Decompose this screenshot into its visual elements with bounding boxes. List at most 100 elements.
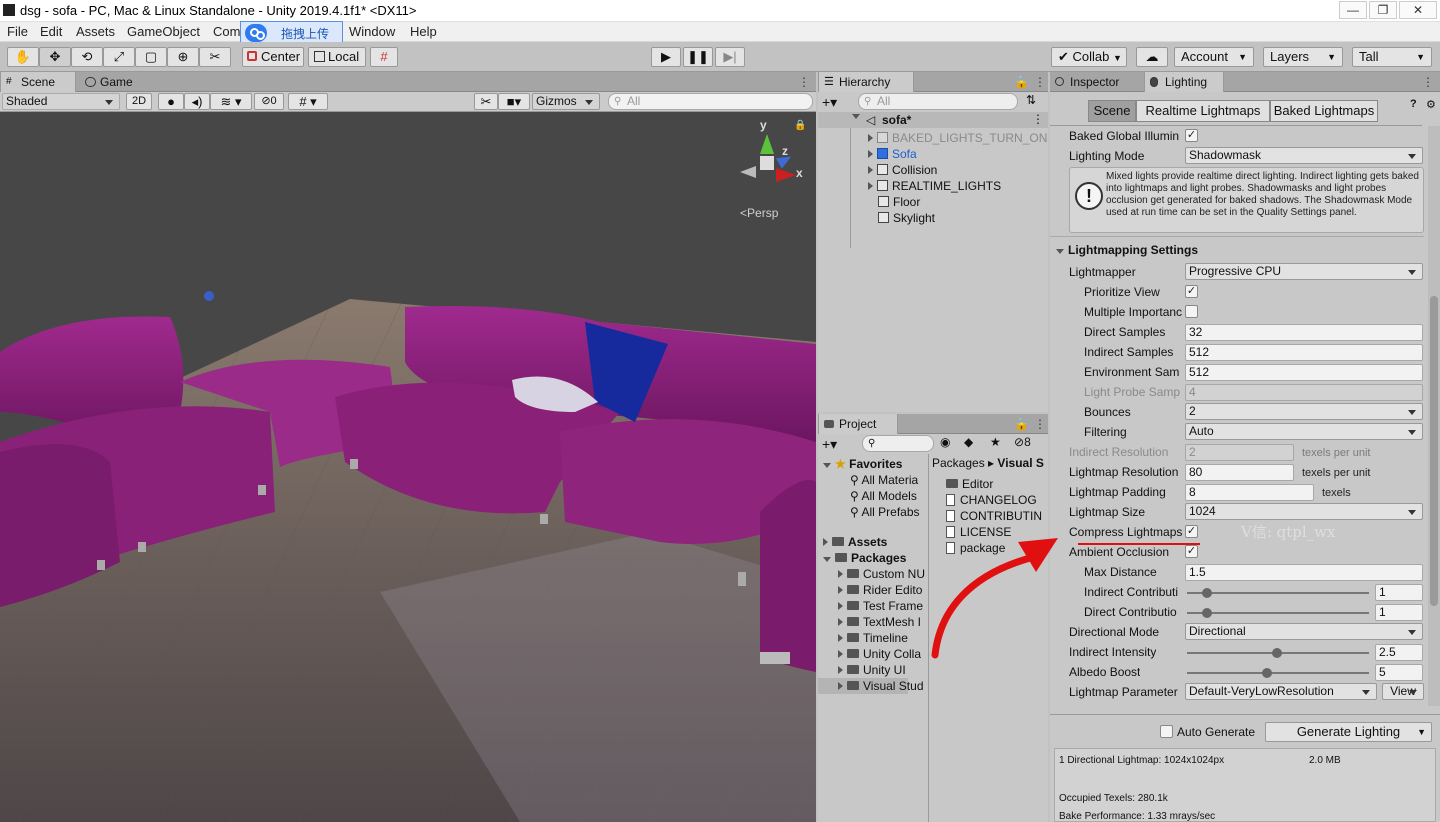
subtab-scene[interactable]: Scene: [1088, 100, 1136, 122]
tab-inspector[interactable]: Inspector: [1050, 72, 1140, 92]
expand-arrow-icon[interactable]: [868, 150, 873, 158]
indirect-contribution-knob[interactable]: [1202, 588, 1212, 598]
auto-generate-checkbox[interactable]: [1160, 725, 1173, 738]
lightmap-padding-input[interactable]: 8: [1185, 484, 1314, 501]
favorites-item[interactable]: ⚲ All Models: [850, 488, 917, 504]
lighting-mode-dropdown[interactable]: Shadowmask: [1185, 147, 1423, 164]
star-icon[interactable]: ★: [990, 435, 1001, 449]
project-menu-icon[interactable]: ⋮: [1034, 417, 1046, 431]
pivot-center-button[interactable]: Center: [242, 47, 304, 67]
view-parameters-button[interactable]: View: [1382, 683, 1424, 700]
project-create-button[interactable]: +▾: [822, 436, 837, 453]
filtering-dropdown[interactable]: Auto: [1185, 423, 1423, 440]
hierarchy-item[interactable]: Collision: [868, 162, 937, 178]
direct-contribution-input[interactable]: 1: [1375, 604, 1423, 621]
menu-file[interactable]: File: [7, 24, 28, 39]
cloud-button[interactable]: ☁: [1136, 47, 1168, 67]
breadcrumb-packages[interactable]: Packages: [932, 456, 985, 470]
gizmos-dropdown[interactable]: Gizmos: [532, 93, 600, 110]
indirect-samples-input[interactable]: 512: [1185, 344, 1423, 361]
create-button[interactable]: +▾: [822, 94, 837, 111]
layout-dropdown[interactable]: Tall ▼: [1352, 47, 1432, 67]
expand-arrow-icon[interactable]: [868, 182, 873, 190]
expand-arrow-icon[interactable]: [838, 570, 843, 578]
hierarchy-item[interactable]: Floor: [878, 194, 920, 210]
albedo-boost-knob[interactable]: [1262, 668, 1272, 678]
favorites-item[interactable]: ⚲ All Prefabs: [850, 504, 920, 520]
ambient-occlusion-checkbox[interactable]: ✓: [1185, 545, 1198, 558]
menu-help[interactable]: Help: [410, 24, 437, 39]
help-icon[interactable]: ?: [1410, 98, 1417, 110]
expand-arrow-icon[interactable]: [868, 166, 873, 174]
camera-settings-button[interactable]: ■▾: [498, 93, 530, 110]
custom-tool-button[interactable]: ✂: [199, 47, 231, 67]
scene-tools-button[interactable]: ✂: [474, 93, 498, 110]
generate-lighting-button[interactable]: Generate Lighting ▼: [1265, 722, 1432, 742]
tab-game[interactable]: Game: [80, 72, 150, 92]
prioritize-view-checkbox[interactable]: ✓: [1185, 285, 1198, 298]
sort-icon[interactable]: ⇅: [1026, 93, 1036, 107]
lock-icon[interactable]: 🔒: [1014, 417, 1029, 431]
pause-button[interactable]: ❚❚: [683, 47, 713, 67]
hierarchy-item[interactable]: Sofa: [868, 146, 917, 162]
collab-dropdown[interactable]: ✔ Collab ▼: [1051, 47, 1127, 67]
menu-window[interactable]: Window: [349, 24, 395, 39]
directional-mode-dropdown[interactable]: Directional: [1185, 623, 1423, 640]
file-item[interactable]: Editor: [946, 476, 1046, 492]
audio-toggle-button[interactable]: ◂): [184, 93, 210, 110]
section-lightmapping-settings[interactable]: Lightmapping Settings: [1056, 241, 1200, 259]
package-item[interactable]: Visual Stud: [818, 678, 924, 694]
transform-tool-button[interactable]: ⊕: [167, 47, 199, 67]
label-tag-icon[interactable]: ◆: [964, 435, 973, 449]
max-distance-input[interactable]: 1.5: [1185, 564, 1423, 581]
snap-button[interactable]: #: [370, 47, 398, 67]
albedo-boost-slider[interactable]: [1187, 672, 1369, 674]
minimize-button[interactable]: —: [1339, 1, 1367, 19]
play-button[interactable]: ▶: [651, 47, 681, 67]
baked-gi-checkbox[interactable]: ✓: [1185, 129, 1198, 142]
filter-type-icon[interactable]: ◉: [940, 435, 950, 449]
tab-scene[interactable]: # Scene: [0, 72, 76, 92]
menu-edit[interactable]: Edit: [40, 24, 62, 39]
package-item[interactable]: Unity UI: [838, 662, 906, 678]
compress-lightmaps-checkbox[interactable]: ✓: [1185, 525, 1198, 538]
tab-project[interactable]: Project: [818, 414, 898, 434]
scene-menu-icon[interactable]: ⋮: [1032, 112, 1044, 126]
indirect-contribution-input[interactable]: 1: [1375, 584, 1423, 601]
scrollbar-thumb[interactable]: [1430, 296, 1438, 606]
effects-toggle-button[interactable]: ≋ ▾: [210, 93, 252, 110]
direct-contribution-slider[interactable]: [1187, 612, 1369, 614]
inspector-menu-icon[interactable]: ⋮: [1422, 75, 1434, 89]
packages-row[interactable]: Packages: [823, 550, 906, 566]
environment-samples-input[interactable]: 512: [1185, 364, 1423, 381]
hidden-packages-icon[interactable]: ⊘8: [1014, 435, 1031, 449]
scene-search-input[interactable]: ⚲ All: [608, 93, 813, 110]
hierarchy-search-input[interactable]: ⚲ All: [858, 93, 1018, 110]
subtab-realtime-lightmaps[interactable]: Realtime Lightmaps: [1136, 100, 1270, 122]
scene-root-row[interactable]: ◁ sofa* ⋮: [818, 112, 1048, 128]
multiple-importance-checkbox[interactable]: [1185, 305, 1198, 318]
settings-gear-icon[interactable]: ⚙: [1426, 98, 1436, 111]
hidden-objects-toggle[interactable]: ⊘0: [254, 93, 284, 110]
expand-arrow-icon[interactable]: [838, 666, 843, 674]
lighting-scrollbar[interactable]: [1428, 126, 1440, 706]
indirect-contribution-slider[interactable]: [1187, 592, 1369, 594]
expand-arrow-icon[interactable]: [868, 134, 873, 142]
grid-toggle-button[interactable]: # ▾: [288, 93, 328, 110]
bounces-dropdown[interactable]: 2: [1185, 403, 1423, 420]
tab-lighting[interactable]: Lighting: [1144, 72, 1224, 92]
file-item[interactable]: CHANGELOG: [946, 492, 1046, 508]
assets-row[interactable]: Assets: [823, 534, 887, 550]
maximize-button[interactable]: ❐: [1369, 1, 1397, 19]
rotate-tool-button[interactable]: ⟲: [71, 47, 103, 67]
subtab-baked-lightmaps[interactable]: Baked Lightmaps: [1270, 100, 1378, 122]
expand-arrow-icon[interactable]: [838, 602, 843, 610]
tab-hierarchy[interactable]: ☰ Hierarchy: [818, 72, 914, 92]
step-button[interactable]: ▶|: [715, 47, 745, 67]
move-tool-button[interactable]: ✥: [39, 47, 71, 67]
favorites-item[interactable]: ⚲ All Materia: [850, 472, 918, 488]
package-item[interactable]: Timeline: [838, 630, 908, 646]
lightmapper-dropdown[interactable]: Progressive CPU: [1185, 263, 1423, 280]
account-dropdown[interactable]: Account ▼: [1174, 47, 1254, 67]
albedo-boost-input[interactable]: 5: [1375, 664, 1423, 681]
